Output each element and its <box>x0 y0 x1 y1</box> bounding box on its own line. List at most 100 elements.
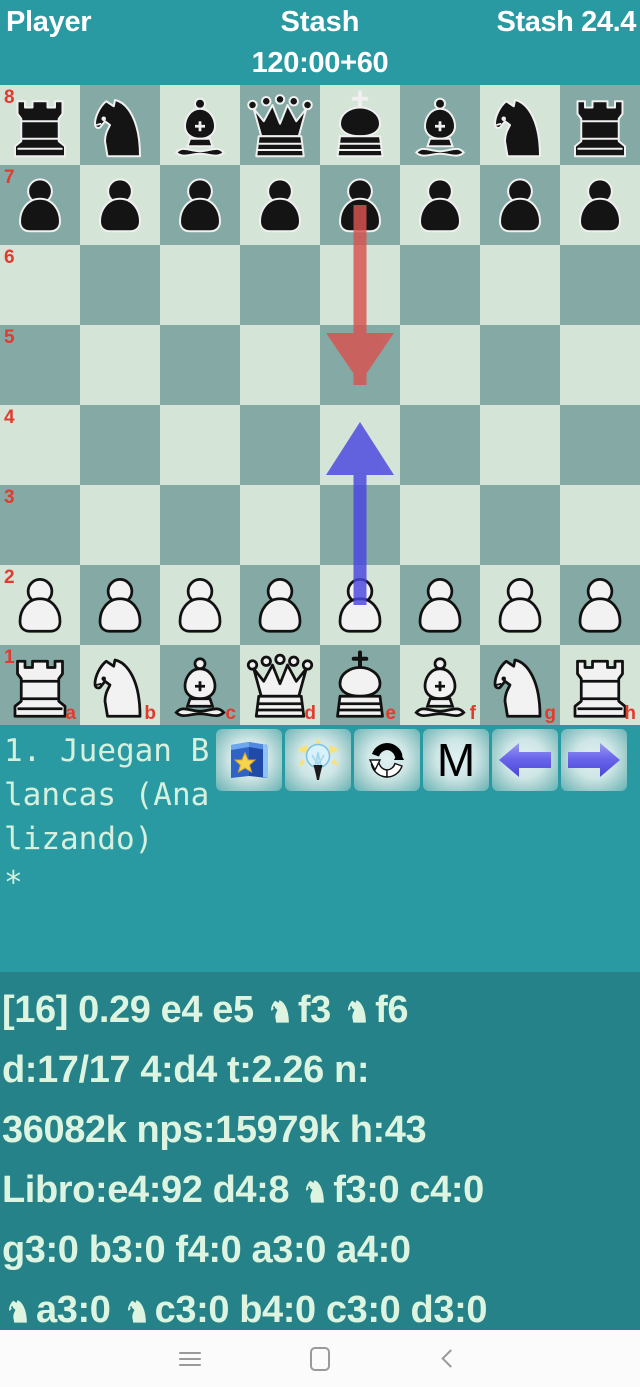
opening-book-button[interactable] <box>216 729 282 791</box>
black-bishop-c8[interactable] <box>160 85 240 165</box>
board-square-g1[interactable]: g <box>480 645 560 725</box>
board-square-h4[interactable] <box>560 405 640 485</box>
white-pawn-c2[interactable] <box>160 565 240 645</box>
board-square-b8[interactable] <box>80 85 160 165</box>
board-square-d3[interactable] <box>240 485 320 565</box>
back-button[interactable] <box>405 1330 495 1387</box>
white-pawn-g2[interactable] <box>480 565 560 645</box>
white-bishop-f1[interactable] <box>400 645 480 725</box>
black-pawn-f7[interactable] <box>400 165 480 245</box>
black-pawn-a7[interactable] <box>0 165 80 245</box>
board-square-c3[interactable] <box>160 485 240 565</box>
board-square-h8[interactable] <box>560 85 640 165</box>
board-square-a1[interactable]: 1a <box>0 645 80 725</box>
white-pawn-f2[interactable] <box>400 565 480 645</box>
board-square-b6[interactable] <box>80 245 160 325</box>
black-pawn-b7[interactable] <box>80 165 160 245</box>
board-square-d8[interactable] <box>240 85 320 165</box>
board-square-e2[interactable] <box>320 565 400 645</box>
board-square-a6[interactable]: 6 <box>0 245 80 325</box>
white-pawn-a2[interactable] <box>0 565 80 645</box>
board-square-h5[interactable] <box>560 325 640 405</box>
board-square-e8[interactable] <box>320 85 400 165</box>
board-square-e3[interactable] <box>320 485 400 565</box>
board-square-b2[interactable] <box>80 565 160 645</box>
board-square-c7[interactable] <box>160 165 240 245</box>
board-square-h1[interactable]: h <box>560 645 640 725</box>
board-square-d1[interactable]: d <box>240 645 320 725</box>
board-square-f1[interactable]: f <box>400 645 480 725</box>
black-knight-b8[interactable] <box>80 85 160 165</box>
board-square-b5[interactable] <box>80 325 160 405</box>
board-square-b7[interactable] <box>80 165 160 245</box>
white-knight-g1[interactable] <box>480 645 560 725</box>
board-square-f6[interactable] <box>400 245 480 325</box>
board-square-b4[interactable] <box>80 405 160 485</box>
board-square-f3[interactable] <box>400 485 480 565</box>
board-square-c2[interactable] <box>160 565 240 645</box>
previous-move-button[interactable] <box>492 729 558 791</box>
black-queen-d8[interactable] <box>240 85 320 165</box>
board-square-e6[interactable] <box>320 245 400 325</box>
board-square-g8[interactable] <box>480 85 560 165</box>
home-button[interactable] <box>275 1330 365 1387</box>
white-pawn-e2[interactable] <box>320 565 400 645</box>
black-rook-h8[interactable] <box>560 85 640 165</box>
board-square-a4[interactable]: 4 <box>0 405 80 485</box>
board-square-a5[interactable]: 5 <box>0 325 80 405</box>
mode-button[interactable]: M <box>423 729 489 791</box>
board-square-b1[interactable]: b <box>80 645 160 725</box>
board-square-f7[interactable] <box>400 165 480 245</box>
black-pawn-e7[interactable] <box>320 165 400 245</box>
board-square-d6[interactable] <box>240 245 320 325</box>
engine-output-panel[interactable]: [16] 0.29 e4 e5 f3 f6 d:17/17 4:d4 t:2.26… <box>0 972 640 1331</box>
board-square-h6[interactable] <box>560 245 640 325</box>
board-square-a8[interactable]: 8 <box>0 85 80 165</box>
board-square-d4[interactable] <box>240 405 320 485</box>
board-square-e7[interactable] <box>320 165 400 245</box>
black-pawn-d7[interactable] <box>240 165 320 245</box>
board-square-g2[interactable] <box>480 565 560 645</box>
board-square-f5[interactable] <box>400 325 480 405</box>
white-knight-b1[interactable] <box>80 645 160 725</box>
board-square-c6[interactable] <box>160 245 240 325</box>
board-square-g5[interactable] <box>480 325 560 405</box>
board-square-a7[interactable]: 7 <box>0 165 80 245</box>
board-square-c1[interactable]: c <box>160 645 240 725</box>
black-knight-g8[interactable] <box>480 85 560 165</box>
black-bishop-f8[interactable] <box>400 85 480 165</box>
white-rook-a1[interactable] <box>0 645 80 725</box>
white-pawn-h2[interactable] <box>560 565 640 645</box>
board-square-f8[interactable] <box>400 85 480 165</box>
board-square-d7[interactable] <box>240 165 320 245</box>
white-pawn-d2[interactable] <box>240 565 320 645</box>
board-square-h7[interactable] <box>560 165 640 245</box>
black-pawn-h7[interactable] <box>560 165 640 245</box>
board-square-g3[interactable] <box>480 485 560 565</box>
board-square-h2[interactable] <box>560 565 640 645</box>
board-square-a3[interactable]: 3 <box>0 485 80 565</box>
board-square-c5[interactable] <box>160 325 240 405</box>
board-square-e4[interactable] <box>320 405 400 485</box>
board-square-h3[interactable] <box>560 485 640 565</box>
board-square-e5[interactable] <box>320 325 400 405</box>
white-queen-d1[interactable] <box>240 645 320 725</box>
next-move-button[interactable] <box>561 729 627 791</box>
white-pawn-b2[interactable] <box>80 565 160 645</box>
board-square-g7[interactable] <box>480 165 560 245</box>
board-square-e1[interactable]: e <box>320 645 400 725</box>
black-rook-a8[interactable] <box>0 85 80 165</box>
white-rook-h1[interactable] <box>560 645 640 725</box>
hint-button[interactable] <box>285 729 351 791</box>
board-square-b3[interactable] <box>80 485 160 565</box>
black-king-e8[interactable] <box>320 85 400 165</box>
white-bishop-c1[interactable] <box>160 645 240 725</box>
board-square-f4[interactable] <box>400 405 480 485</box>
chess-board[interactable]: 8 7 6 5 4 3 2 1 a b c d e f g h <box>0 85 640 725</box>
recents-button[interactable] <box>145 1330 235 1387</box>
board-square-d2[interactable] <box>240 565 320 645</box>
black-pawn-c7[interactable] <box>160 165 240 245</box>
board-square-a2[interactable]: 2 <box>0 565 80 645</box>
white-king-e1[interactable] <box>320 645 400 725</box>
flip-board-button[interactable] <box>354 729 420 791</box>
